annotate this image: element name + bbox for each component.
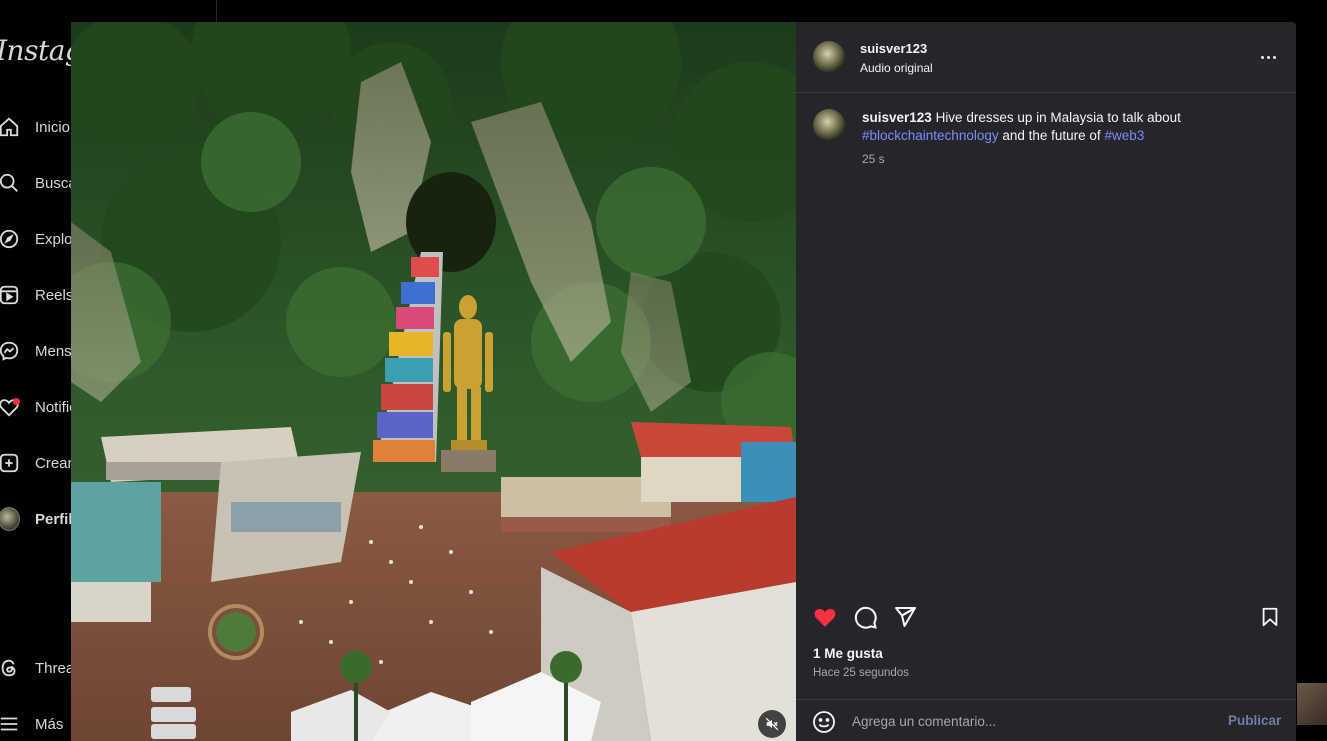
sidebar-item-label: Inicio — [35, 118, 71, 136]
post-timestamp: Hace 25 segundos — [813, 667, 909, 679]
comment-bar: Publicar — [796, 699, 1296, 741]
audio-link[interactable]: Audio original — [860, 61, 933, 75]
sidebar-item-search[interactable]: Buscar — [0, 169, 82, 197]
search-icon — [0, 172, 20, 194]
speaker-muted-icon — [765, 717, 779, 731]
publish-button[interactable]: Publicar — [1228, 713, 1281, 728]
post-media[interactable] — [71, 22, 796, 741]
save-button[interactable] — [1256, 603, 1284, 631]
mute-button[interactable] — [758, 710, 786, 738]
share-button[interactable] — [891, 603, 919, 631]
post-image — [71, 22, 796, 741]
emoji-button[interactable] — [812, 710, 836, 734]
sidebar-item-more[interactable]: Más — [0, 710, 63, 738]
hashtag-link[interactable]: #blockchaintechnology — [862, 128, 999, 143]
post-author-username[interactable]: suisver123 — [860, 41, 927, 56]
avatar[interactable] — [813, 41, 845, 73]
notification-dot — [13, 398, 20, 405]
sidebar-item-reels[interactable]: Reels — [0, 281, 73, 309]
heart-filled-icon — [814, 608, 836, 627]
hashtag-link[interactable]: #web3 — [1104, 128, 1144, 143]
more-dot — [1266, 55, 1270, 59]
caption-avatar[interactable] — [813, 109, 845, 141]
threads-icon — [0, 657, 20, 679]
heart-icon — [0, 396, 20, 418]
sidebar-item-create[interactable]: Crear — [0, 449, 73, 477]
caption-timestamp: 25 s — [862, 152, 885, 166]
caption-text: and the future of — [998, 128, 1105, 143]
like-button[interactable] — [811, 603, 839, 631]
background-post-thumbnail — [1297, 683, 1327, 725]
explore-icon — [0, 228, 20, 250]
comment-input[interactable] — [852, 711, 1182, 731]
menu-icon — [0, 713, 20, 735]
sidebar-item-home[interactable]: Inicio — [0, 113, 70, 141]
more-dot — [1260, 55, 1264, 59]
sidebar-item-label: Reels — [35, 286, 74, 304]
post-details-panel: suisver123 Audio original suisver123 Hiv… — [796, 22, 1296, 741]
send-icon — [895, 607, 916, 627]
emoji-icon — [813, 711, 835, 733]
create-icon — [0, 452, 20, 474]
messenger-icon — [0, 340, 20, 362]
post-header: suisver123 Audio original — [796, 22, 1296, 93]
more-dot — [1272, 55, 1276, 59]
action-bar — [796, 597, 1296, 637]
sidebar-item-label: Perfil — [35, 510, 73, 528]
bookmark-icon — [1262, 607, 1278, 627]
like-count[interactable]: 1 Me gusta — [813, 646, 883, 661]
sidebar-item-profile[interactable]: Perfil — [0, 505, 73, 533]
post-modal: suisver123 Audio original suisver123 Hiv… — [71, 22, 1296, 741]
home-icon — [0, 116, 20, 138]
avatar — [0, 507, 20, 531]
comment-icon — [854, 606, 877, 629]
caption-text: Hive dresses up in Malaysia to talk abou… — [931, 110, 1181, 125]
more-options-button[interactable] — [1258, 48, 1278, 66]
comment-button[interactable] — [851, 603, 879, 631]
sidebar-item-label: Más — [35, 715, 64, 733]
post-caption: suisver123 Hive dresses up in Malaysia t… — [862, 109, 1262, 145]
caption-username[interactable]: suisver123 — [862, 110, 932, 125]
sidebar-item-label: Crear — [35, 454, 73, 472]
reels-icon — [0, 284, 20, 306]
